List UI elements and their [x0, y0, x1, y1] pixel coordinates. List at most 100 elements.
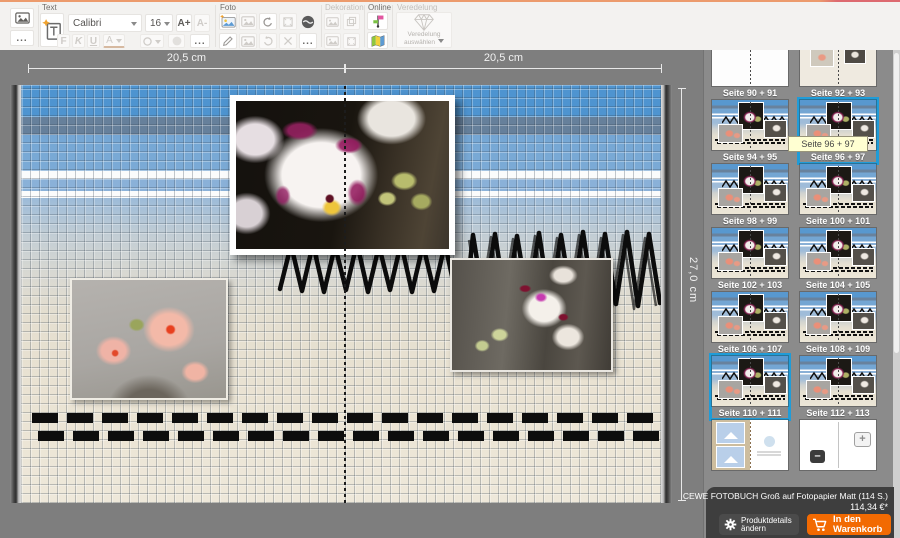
- photo-icon: [220, 15, 236, 28]
- bold-button[interactable]: F: [57, 34, 70, 48]
- underline-button[interactable]: U: [87, 34, 100, 48]
- online-content-button[interactable]: [367, 12, 388, 30]
- borders-button[interactable]: [343, 33, 360, 49]
- page-cell-96-97[interactable]: Seite 96 + 97: [800, 100, 876, 162]
- more-dots: ...: [16, 33, 27, 44]
- add-photo-button[interactable]: [10, 8, 34, 28]
- page-cell-108-109[interactable]: Seite 108 + 109: [800, 292, 876, 354]
- remove-pages-button[interactable]: –: [810, 450, 825, 463]
- ruler-left-page: 20,5 cm: [28, 52, 345, 78]
- font-size-value: 16: [150, 18, 161, 29]
- page-thumbnail[interactable]: [712, 356, 788, 406]
- photo-in-shape-button[interactable]: [239, 13, 257, 30]
- page-thumbnail[interactable]: [712, 100, 788, 150]
- page-cell-102-103[interactable]: Seite 102 + 103: [712, 228, 788, 290]
- page-thumb-label: Seite 92 + 93: [800, 86, 876, 98]
- chevron-down-icon: [164, 22, 170, 29]
- page-thumbnail[interactable]: [800, 164, 876, 214]
- info-icon: [764, 436, 775, 447]
- background-button[interactable]: [324, 13, 341, 30]
- photo-effects-button[interactable]: [299, 13, 317, 30]
- dash-border-clipart[interactable]: [32, 431, 660, 441]
- photo-frame-button[interactable]: [279, 13, 297, 30]
- page-cell-add-remove[interactable]: – +: [800, 420, 876, 482]
- photobook-spread-canvas[interactable]: [21, 85, 661, 503]
- chevron-down-icon: [155, 40, 161, 47]
- horizontal-ruler: 20,5 cm 20,5 cm: [28, 52, 662, 78]
- cewe-fotobook-app: ... Text Calibri 16 A+ A- F K U A ... Fo…: [0, 0, 900, 538]
- page-thumbnail[interactable]: [800, 228, 876, 278]
- page-thumbnail[interactable]: [800, 292, 876, 342]
- photo-white-orchid-right[interactable]: [450, 258, 613, 372]
- add-remove-pages-thumbnail[interactable]: – +: [800, 420, 876, 470]
- insert-photo-button[interactable]: [219, 13, 237, 30]
- page-cell-template[interactable]: [712, 420, 788, 482]
- page-cell-100-101[interactable]: Seite 100 + 101: [800, 164, 876, 226]
- page-thumbnail[interactable]: [800, 356, 876, 406]
- rotate-right-button[interactable]: [259, 13, 277, 30]
- page-fold-line: [344, 85, 346, 503]
- page-cell-110-111[interactable]: Seite 110 + 111: [712, 356, 788, 418]
- pages-scrollbar[interactable]: [893, 50, 900, 538]
- italic-button[interactable]: K: [72, 34, 85, 48]
- foto-more-button[interactable]: ...: [299, 33, 317, 49]
- scrollbar-thumb[interactable]: [894, 53, 899, 353]
- product-details-button[interactable]: Produktdetailsändern: [719, 514, 799, 535]
- rotate-left-button[interactable]: [259, 33, 277, 49]
- product-info-bar: CEWE FOTOBUCH Groß auf Fotopapier Matt (…: [706, 487, 894, 538]
- page-thumb-label: Seite 108 + 109: [800, 342, 876, 354]
- font-decrease-button[interactable]: A-: [194, 14, 210, 32]
- page-thumb-label: Seite 104 + 105: [800, 278, 876, 290]
- page-cell-92-93[interactable]: Seite 92 + 93: [800, 50, 876, 98]
- page-thumbnail[interactable]: [712, 164, 788, 214]
- layout-template-thumbnail[interactable]: [712, 420, 788, 470]
- text-opacity-button[interactable]: [168, 34, 185, 48]
- font-family-value: Calibri: [73, 18, 101, 29]
- page-thumbnail[interactable]: [800, 50, 876, 86]
- placeholder-text-lines: [757, 451, 781, 456]
- veredelung-select-button[interactable]: Veredelung auswählen: [396, 12, 452, 48]
- page-thumbnail[interactable]: [712, 292, 788, 342]
- chevron-down-icon: [131, 22, 137, 29]
- font-family-select[interactable]: Calibri: [68, 14, 142, 32]
- page-thumb-label: Seite 94 + 95: [712, 150, 788, 162]
- edit-photo-button[interactable]: [219, 33, 237, 49]
- online-map-button[interactable]: [367, 32, 388, 49]
- ruler-right-label: 20,5 cm: [345, 52, 662, 64]
- font-increase-button[interactable]: A+: [176, 14, 192, 32]
- cart-icon: [812, 518, 828, 532]
- masks-button[interactable]: [324, 33, 341, 49]
- add-pages-button[interactable]: +: [854, 432, 871, 447]
- section-label-veredelung: Veredelung: [397, 3, 437, 12]
- photo-add-button[interactable]: [239, 33, 257, 49]
- clipart-button[interactable]: [343, 13, 360, 30]
- add-to-cart-button[interactable]: In denWarenkorb: [807, 514, 891, 535]
- left-more-button[interactable]: ...: [10, 30, 34, 46]
- photo-pink-orchid-left[interactable]: [70, 278, 228, 400]
- font-size-select[interactable]: 16: [145, 14, 173, 32]
- page-thumbnail-list: Seite 90 + 91 Seite 92 + 93 Seite 94 + 9…: [712, 50, 876, 482]
- page-cell-90-91[interactable]: Seite 90 + 91: [712, 50, 788, 98]
- page-cell-112-113[interactable]: Seite 112 + 113: [800, 356, 876, 418]
- page-thumb-label: Seite 90 + 91: [712, 86, 788, 98]
- image-placeholder-icon: [717, 423, 744, 443]
- page-cell-94-95[interactable]: Seite 94 + 95: [712, 100, 788, 162]
- remove-photo-button[interactable]: [279, 33, 297, 49]
- page-stack-edge-right: [661, 85, 672, 503]
- text-more-button[interactable]: ...: [190, 34, 210, 48]
- page-thumbnail[interactable]: [712, 50, 788, 86]
- dash-border-clipart[interactable]: [32, 413, 660, 423]
- photo-white-orchid-center[interactable]: [230, 95, 455, 255]
- page-thumb-label: Seite 98 + 99: [712, 214, 788, 226]
- font-color-button[interactable]: A: [103, 34, 125, 48]
- page-cell-106-107[interactable]: Seite 106 + 107: [712, 292, 788, 354]
- product-name: CEWE FOTOBUCH Groß auf Fotopapier Matt (…: [683, 491, 888, 501]
- page-thumbnail[interactable]: [712, 228, 788, 278]
- section-label-foto: Foto: [220, 3, 236, 12]
- veredelung-label-1: Veredelung: [408, 31, 441, 38]
- page-stack-edge-left: [10, 85, 21, 503]
- page-thumb-label: Seite 110 + 111: [712, 406, 788, 418]
- text-background-color-button[interactable]: [140, 34, 164, 48]
- page-cell-98-99[interactable]: Seite 98 + 99: [712, 164, 788, 226]
- page-cell-104-105[interactable]: Seite 104 + 105: [800, 228, 876, 290]
